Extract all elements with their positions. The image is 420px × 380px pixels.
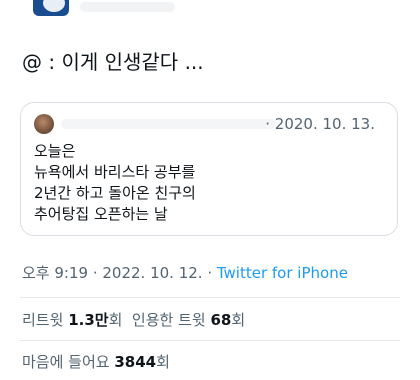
tweet-meta: 오후 9:19 · 2022. 10. 12. · Twitter for iP… <box>22 262 348 283</box>
quoted-tweet-line: 오늘은 <box>34 142 76 160</box>
quotes-unit: 회 <box>231 311 246 329</box>
divider <box>20 340 400 341</box>
quotes-stat[interactable]: 인용한 트윗 68회 <box>132 311 245 329</box>
retweets-count: 1.3만 <box>68 311 109 329</box>
tweet-text: @ : 이게 인생같다 ... <box>22 50 204 74</box>
tweet-source-link[interactable]: Twitter for iPhone <box>217 264 348 282</box>
quotes-label: 인용한 트윗 <box>131 311 206 329</box>
retweets-unit: 회 <box>108 311 123 329</box>
likes-row[interactable]: 마음에 들어요 3844회 <box>22 351 170 372</box>
author-avatar[interactable] <box>33 0 69 16</box>
retweets-stat[interactable]: 리트윗 1.3만회 <box>22 311 122 329</box>
quoted-tweet-line: 뉴욕에서 바리스타 공부를 <box>34 163 196 181</box>
quoted-tweet-line: 추어탕집 오픈하는 날 <box>34 205 168 223</box>
quoted-tweet-card[interactable]: · 2020. 10. 13. 오늘은 뉴욕에서 바리스타 공부를 2년간 하고… <box>20 102 398 236</box>
likes-count: 3844 <box>114 353 157 371</box>
divider <box>20 297 400 298</box>
quoted-tweet-date: · 2020. 10. 13. <box>265 115 375 133</box>
engagement-stats: 리트윗 1.3만회 인용한 트윗 68회 <box>22 309 245 330</box>
likes-label: 마음에 들어요 <box>22 353 110 371</box>
quotes-count: 68 <box>210 311 232 329</box>
quoted-author-name-redacted[interactable] <box>61 119 276 129</box>
author-name-redacted[interactable] <box>80 2 175 12</box>
retweets-label: 리트윗 <box>22 311 64 329</box>
quoted-tweet-text: 오늘은 뉴욕에서 바리스타 공부를 2년간 하고 돌아온 친구의 추어탕집 오픈… <box>34 141 196 225</box>
likes-unit: 회 <box>156 353 170 371</box>
quoted-author-avatar[interactable] <box>34 114 54 134</box>
tweet-timestamp[interactable]: 오후 9:19 · 2022. 10. 12. · <box>22 264 217 282</box>
quoted-tweet-line: 2년간 하고 돌아온 친구의 <box>34 184 196 202</box>
